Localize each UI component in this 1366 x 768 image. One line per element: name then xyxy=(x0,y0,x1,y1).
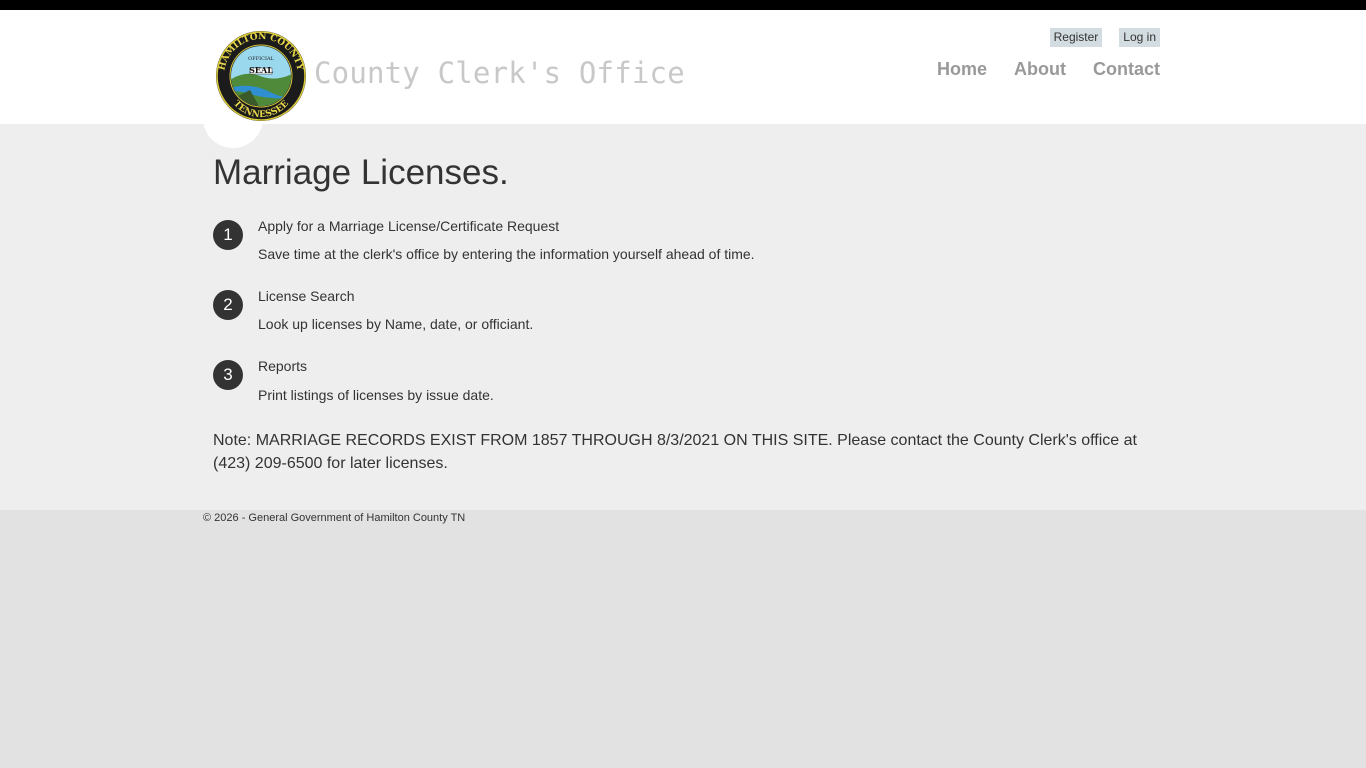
step-number-badge: 2 xyxy=(213,290,243,320)
records-note: Note: MARRIAGE RECORDS EXIST FROM 1857 T… xyxy=(213,432,1137,472)
seal-icon: OFFICIAL SEAL HAMILTON COUNTY TENNESSEE xyxy=(216,31,306,121)
main-nav: Home About Contact xyxy=(937,59,1160,80)
step-item: 1 Apply for a Marriage License/Certifica… xyxy=(213,216,1153,276)
nav-about[interactable]: About xyxy=(1014,59,1066,80)
apply-license-link[interactable]: Apply for a Marriage License/Certificate… xyxy=(258,218,559,234)
reports-link[interactable]: Reports xyxy=(258,358,307,374)
step-description: Print listings of licenses by issue date… xyxy=(258,387,494,403)
license-search-link[interactable]: License Search xyxy=(258,288,355,304)
svg-text:OFFICIAL: OFFICIAL xyxy=(248,56,274,62)
step-number-badge: 1 xyxy=(213,220,243,250)
page-title: Marriage Licenses. xyxy=(213,153,509,192)
site-title: County Clerk's Office xyxy=(314,56,685,90)
nav-home[interactable]: Home xyxy=(937,59,987,80)
copyright-text: © 2026 - General Government of Hamilton … xyxy=(203,512,466,524)
step-number-badge: 3 xyxy=(213,360,243,390)
top-bar xyxy=(0,0,1366,10)
site-footer xyxy=(0,510,1366,768)
register-link[interactable]: Register xyxy=(1049,28,1103,47)
login-links: Register Log in xyxy=(1049,28,1160,47)
step-description: Save time at the clerk's office by enter… xyxy=(258,246,755,262)
nav-contact[interactable]: Contact xyxy=(1093,59,1160,80)
step-item: 3 Reports Print listings of licenses by … xyxy=(213,356,1153,416)
step-description: Look up licenses by Name, date, or offic… xyxy=(258,316,534,332)
step-item: 2 License Search Look up licenses by Nam… xyxy=(213,286,1153,346)
county-seal-logo[interactable]: OFFICIAL SEAL HAMILTON COUNTY TENNESSEE xyxy=(210,30,312,122)
login-link[interactable]: Log in xyxy=(1119,28,1160,47)
svg-text:SEAL: SEAL xyxy=(249,65,273,75)
